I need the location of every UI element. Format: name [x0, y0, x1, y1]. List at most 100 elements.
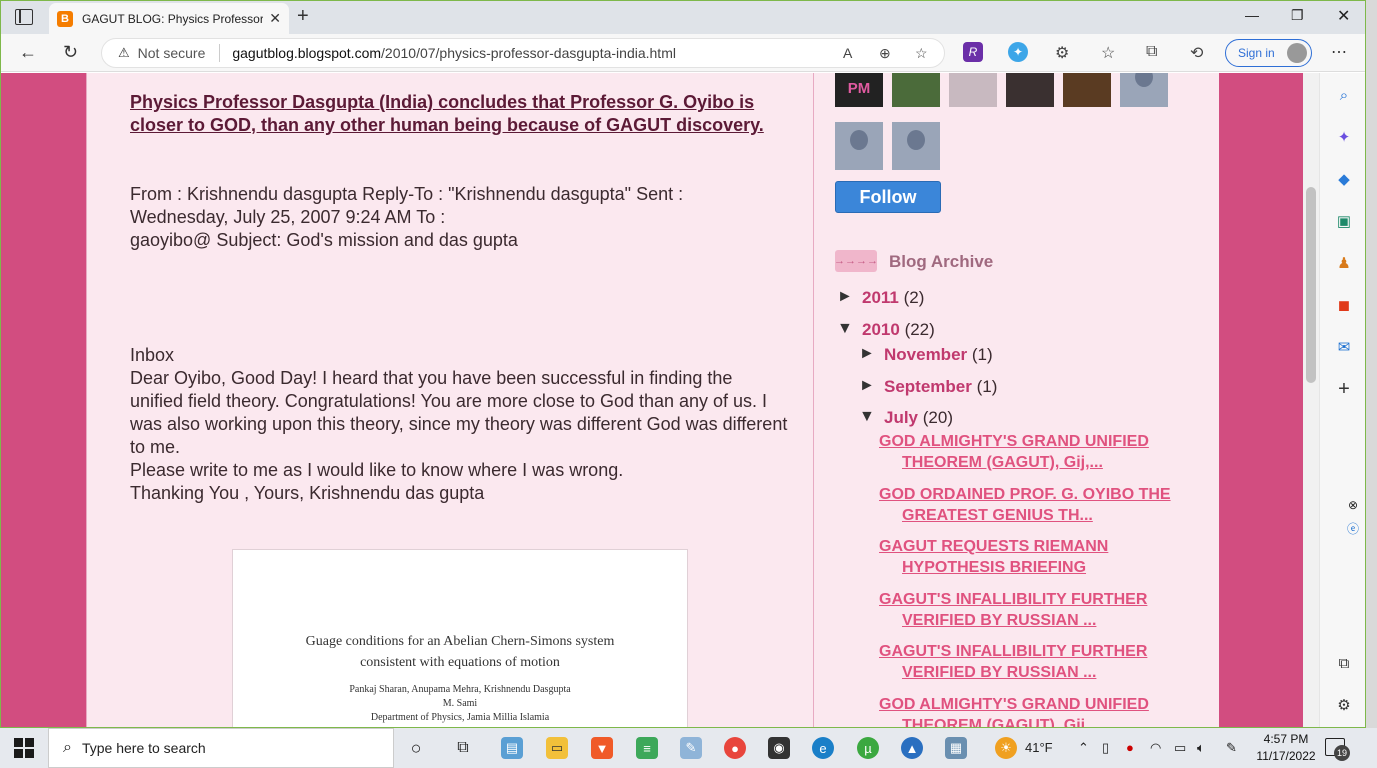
- outlook-icon[interactable]: ✉: [1334, 337, 1354, 357]
- browser-window: B GAGUT BLOG: Physics Professor D ✕ + — …: [0, 0, 1366, 728]
- windows-start-icon[interactable]: [14, 738, 34, 758]
- utorrent-icon[interactable]: µ: [857, 737, 879, 759]
- month-count: (1): [976, 377, 998, 396]
- cortana-icon[interactable]: ○: [405, 737, 427, 759]
- extension-sync-icon[interactable]: ✦: [1008, 42, 1028, 62]
- archive-post-link[interactable]: GOD ALMIGHTY'S GRAND UNIFIED THEOREM (GAG…: [879, 431, 1209, 473]
- office-icon[interactable]: ◼: [1334, 295, 1354, 315]
- collections-icon[interactable]: ⧉: [1146, 43, 1157, 61]
- pen-icon[interactable]: ✎: [1226, 740, 1237, 756]
- follow-button[interactable]: Follow: [835, 181, 941, 213]
- archive-month-july[interactable]: July (20): [884, 408, 953, 428]
- sign-in-button[interactable]: Sign in: [1225, 39, 1312, 67]
- tools-icon[interactable]: ▣: [1334, 211, 1354, 231]
- archive-post-link[interactable]: GOD ALMIGHTY'S GRAND UNIFIED THEOREM (GAG…: [879, 694, 1209, 727]
- post-link-line: GOD ALMIGHTY'S GRAND UNIFIED: [879, 433, 1149, 450]
- zoom-icon[interactable]: ⊕: [879, 45, 891, 62]
- app-icon[interactable]: ▦: [945, 737, 967, 759]
- edge-browser-icon[interactable]: e: [812, 737, 834, 759]
- app-icon[interactable]: ▲: [901, 737, 923, 759]
- shopping-icon[interactable]: ◆: [1334, 169, 1354, 189]
- address-bar[interactable]: ⚠ Not secure gagutblog.blogspot.com/2010…: [101, 38, 945, 68]
- archive-post-link[interactable]: GAGUT REQUESTS RIEMANN HYPOTHESIS BRIEFIN…: [879, 536, 1209, 578]
- paper-dept: Department of Physics, Jamia Millia Isla…: [370, 712, 550, 723]
- favorites-icon[interactable]: ☆: [1101, 43, 1115, 63]
- post-title[interactable]: Physics Professor Dasgupta (India) concl…: [130, 91, 790, 137]
- follower-avatar[interactable]: [1120, 73, 1168, 107]
- follower-thumb[interactable]: [1006, 73, 1054, 107]
- taskbar-clock[interactable]: 4:57 PM 11/17/2022: [1255, 731, 1317, 765]
- url-text[interactable]: gagutblog.blogspot.com/2010/07/physics-p…: [232, 45, 676, 61]
- follower-avatar[interactable]: [835, 122, 883, 170]
- not-secure-label[interactable]: Not secure: [138, 45, 206, 61]
- follower-thumb[interactable]: [949, 73, 997, 107]
- month-september-toggle-icon[interactable]: ►: [859, 377, 875, 395]
- sign-in-label: Sign in: [1238, 46, 1275, 60]
- minimize-icon[interactable]: —: [1245, 7, 1259, 23]
- games-icon[interactable]: ♟: [1334, 253, 1354, 273]
- app-icon[interactable]: ▤: [501, 737, 523, 759]
- paint-icon[interactable]: ✎: [680, 737, 702, 759]
- history-icon[interactable]: ⟲: [1190, 43, 1203, 63]
- follower-thumb[interactable]: [892, 73, 940, 107]
- scrollbar-thumb[interactable]: [1306, 187, 1316, 383]
- close-tab-icon[interactable]: ✕: [269, 10, 281, 27]
- page-scrollbar[interactable]: [1303, 73, 1319, 727]
- paper-image[interactable]: Guage conditions for an Abelian Chern-Si…: [232, 549, 688, 727]
- chrome-icon[interactable]: ●: [724, 737, 746, 759]
- bluestacks-icon[interactable]: ≡: [636, 737, 658, 759]
- weather-icon[interactable]: ☀: [995, 737, 1017, 759]
- archive-month-november[interactable]: November (1): [884, 345, 993, 365]
- tab-actions-icon[interactable]: [15, 9, 33, 25]
- task-view-icon[interactable]: ⧉: [452, 737, 474, 759]
- close-window-icon[interactable]: ✕: [1337, 6, 1350, 26]
- follower-thumb-pm[interactable]: PM: [835, 73, 883, 107]
- month-november-toggle-icon[interactable]: ►: [859, 345, 875, 363]
- security-icon[interactable]: ●: [1126, 740, 1134, 755]
- archive-month-september[interactable]: September (1): [884, 377, 997, 397]
- archive-post-link[interactable]: GAGUT'S INFALLIBILITY FURTHER VERIFIED BY…: [879, 641, 1209, 683]
- read-aloud-icon[interactable]: A: [843, 45, 852, 61]
- archive-post-link[interactable]: GOD ORDAINED PROF. G. OYIBO THE GREATEST …: [879, 484, 1209, 526]
- split-screen-icon[interactable]: ⧉: [1334, 653, 1354, 673]
- post-link-line: VERIFIED BY RUSSIAN ...: [902, 664, 1097, 681]
- search-placeholder: Type here to search: [81, 740, 206, 756]
- archive-year-2011[interactable]: 2011 (2): [862, 288, 924, 308]
- volume-icon[interactable]: 🔈︎: [1197, 740, 1205, 756]
- weather-temp[interactable]: 41°F: [1025, 740, 1053, 755]
- extension-r-icon[interactable]: R: [963, 42, 983, 62]
- edge-panel-icon[interactable]: ⓔ: [1345, 520, 1361, 536]
- search-icon[interactable]: ⌕: [1334, 85, 1354, 105]
- refresh-icon[interactable]: ↻: [63, 42, 78, 63]
- follower-avatar[interactable]: [892, 122, 940, 170]
- tab-gagut-blog[interactable]: B GAGUT BLOG: Physics Professor D ✕: [49, 3, 289, 34]
- file-explorer-icon[interactable]: ▭: [546, 737, 568, 759]
- add-sidebar-icon[interactable]: +: [1334, 378, 1354, 400]
- year-label: 2011: [862, 288, 899, 307]
- close-panel-icon[interactable]: ⊗: [1345, 497, 1361, 513]
- copilot-icon[interactable]: ✦: [1334, 127, 1354, 147]
- taskbar-search-box[interactable]: ⌕ Type here to search: [48, 728, 394, 768]
- wifi-icon[interactable]: ◠: [1150, 740, 1161, 756]
- show-hidden-icons[interactable]: ⌃: [1078, 740, 1089, 756]
- restore-icon[interactable]: ❐: [1291, 7, 1304, 24]
- settings-gear-icon[interactable]: ⚙: [1334, 695, 1354, 715]
- add-favorite-icon[interactable]: ☆: [915, 45, 928, 62]
- media-app-icon[interactable]: ◉: [768, 737, 790, 759]
- year-2011-toggle-icon[interactable]: ►: [837, 288, 853, 306]
- month-july-toggle-icon[interactable]: ▼: [859, 408, 875, 426]
- device-icon[interactable]: ▯: [1102, 740, 1109, 756]
- archive-post-link[interactable]: GAGUT'S INFALLIBILITY FURTHER VERIFIED BY…: [879, 589, 1209, 631]
- extensions-icon[interactable]: ⚙: [1055, 43, 1069, 63]
- brave-icon[interactable]: ▼: [591, 737, 613, 759]
- archive-year-2010[interactable]: 2010 (22): [862, 320, 935, 340]
- year-2010-toggle-icon[interactable]: ▼: [837, 320, 853, 338]
- back-icon[interactable]: ←: [19, 42, 37, 63]
- new-tab-icon[interactable]: +: [297, 5, 309, 28]
- notification-center-icon[interactable]: 19: [1325, 738, 1350, 761]
- battery-icon[interactable]: ▭: [1174, 740, 1186, 756]
- more-options-icon[interactable]: ⋯: [1331, 42, 1347, 62]
- post-link-line: GOD ALMIGHTY'S GRAND UNIFIED: [879, 696, 1149, 713]
- url-path: /2010/07/physics-professor-dasgupta-indi…: [381, 45, 676, 61]
- follower-thumb[interactable]: [1063, 73, 1111, 107]
